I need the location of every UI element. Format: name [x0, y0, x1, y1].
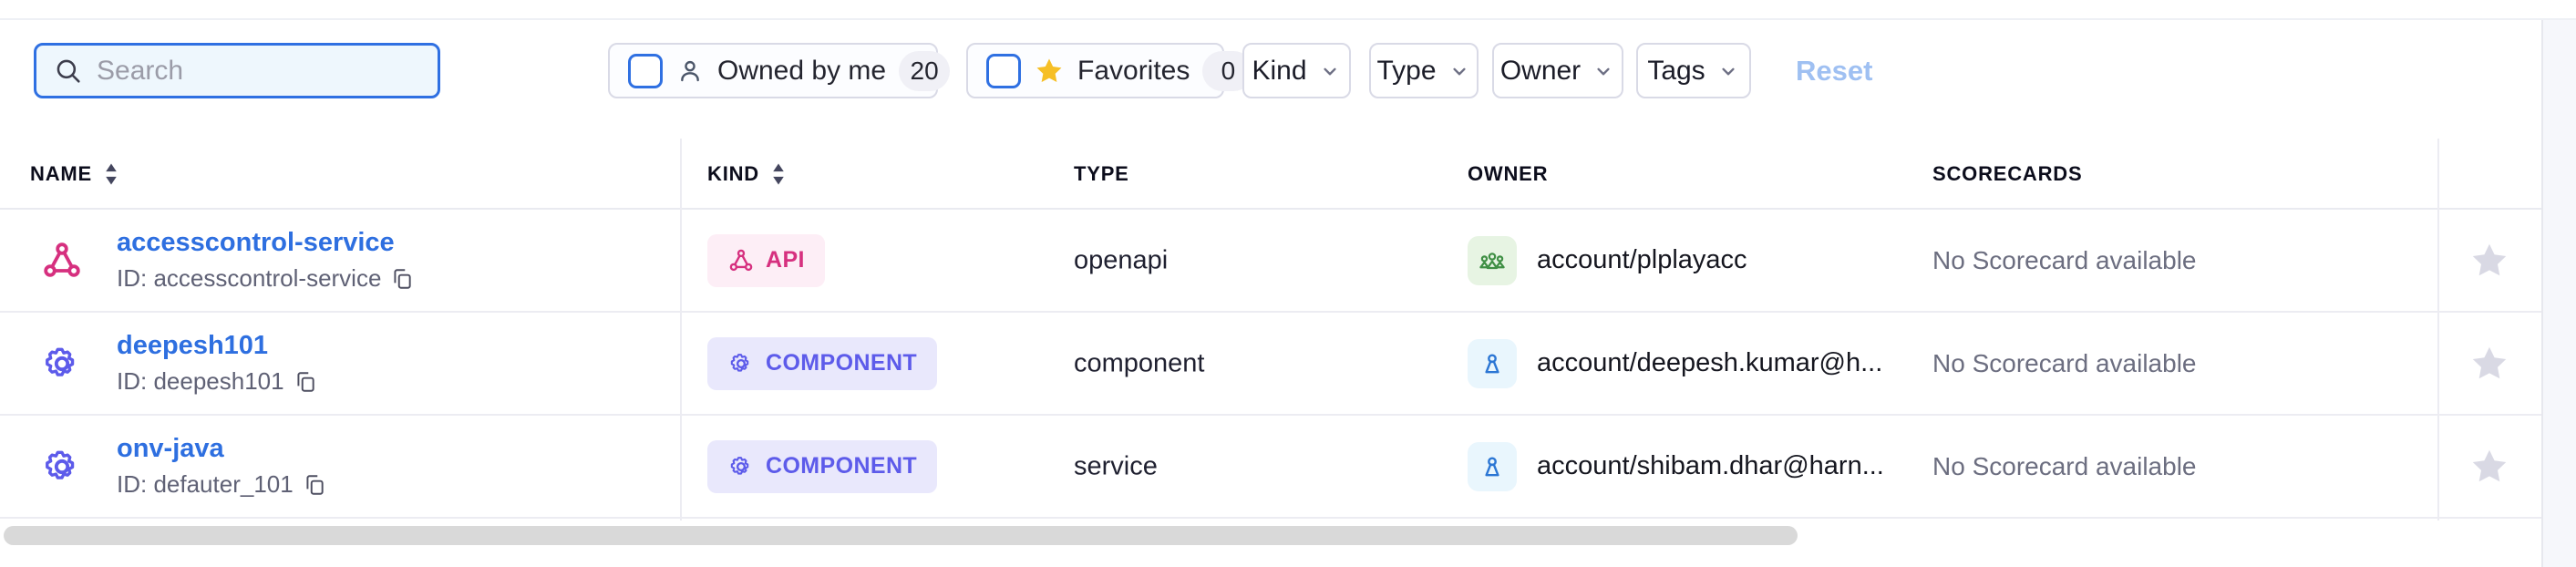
column-header-kind[interactable]: KIND — [707, 139, 787, 210]
gear-icon — [40, 445, 84, 489]
owner-value: account/deepesh.kumar@h... — [1537, 348, 1882, 378]
owned-by-me-checkbox[interactable] — [628, 54, 663, 88]
favorite-star-button[interactable] — [2468, 343, 2510, 385]
table-row[interactable]: onv-java ID: defauter_101 COMPON — [0, 416, 2541, 519]
kind-dropdown-label: Kind — [1252, 56, 1306, 87]
owner-dropdown-label: Owner — [1500, 56, 1581, 87]
kind-badge: COMPONENT — [707, 440, 937, 493]
column-header-name-label: NAME — [30, 162, 92, 186]
copy-icon[interactable] — [294, 370, 317, 394]
chevron-down-icon — [1318, 59, 1342, 83]
user-icon — [675, 57, 705, 86]
owner-cell: account/plplayacc — [1468, 236, 1747, 285]
tags-dropdown[interactable]: Tags — [1636, 43, 1751, 98]
kind-badge-label: API — [766, 247, 805, 273]
copy-icon[interactable] — [303, 473, 326, 497]
owned-by-me-count: 20 — [899, 51, 950, 91]
reset-button[interactable]: Reset — [1796, 43, 1872, 98]
entity-id: ID: accesscontrol-service — [117, 264, 381, 293]
chevron-down-icon — [1448, 59, 1471, 83]
owner-value: account/plplayacc — [1537, 245, 1747, 275]
person-icon — [1468, 339, 1517, 388]
gear-icon — [727, 350, 755, 377]
sort-icon — [770, 162, 787, 186]
group-icon — [1468, 236, 1517, 285]
person-icon — [1468, 442, 1517, 491]
scorecards-value: No Scorecard available — [1932, 452, 2197, 481]
type-value: openapi — [1074, 245, 1168, 275]
favorite-star-button[interactable] — [2468, 240, 2510, 282]
horizontal-scrollbar-thumb[interactable] — [4, 526, 1798, 545]
right-gutter — [2541, 20, 2576, 567]
owner-value: account/shibam.dhar@harn... — [1537, 451, 1884, 481]
entity-name-block: onv-java ID: defauter_101 — [117, 432, 326, 499]
table-row[interactable]: deepesh101 ID: deepesh101 COMPON — [0, 313, 2541, 416]
kind-badge-label: COMPONENT — [766, 453, 917, 479]
table-row[interactable]: accesscontrol-service ID: accesscontrol-… — [0, 210, 2541, 313]
column-header-kind-label: KIND — [707, 162, 759, 186]
star-icon — [1034, 56, 1065, 87]
kind-badge: COMPONENT — [707, 337, 937, 390]
chevron-down-icon — [1716, 59, 1740, 83]
entity-name-block: deepesh101 ID: deepesh101 — [117, 329, 317, 396]
catalog-page: Owned by me 20 Favorites 0 Kind Type — [0, 0, 2576, 567]
name-column-divider — [680, 139, 682, 521]
scorecards-value: No Scorecard available — [1932, 349, 2197, 378]
gear-icon — [40, 342, 84, 386]
type-value: component — [1074, 348, 1205, 378]
column-header-scorecards: SCORECARDS — [1932, 139, 2082, 210]
type-dropdown-label: Type — [1376, 56, 1436, 87]
scorecards-value: No Scorecard available — [1932, 246, 2197, 275]
chevron-down-icon — [1592, 59, 1615, 83]
favorites-label: Favorites — [1077, 56, 1190, 87]
table-header: NAME KIND TYPE OWNER SCORECARDS — [0, 139, 2541, 210]
entity-id: ID: defauter_101 — [117, 470, 294, 499]
sort-icon — [103, 162, 119, 186]
entity-id: ID: deepesh101 — [117, 367, 284, 396]
kind-dropdown[interactable]: Kind — [1242, 43, 1351, 98]
catalog-table: NAME KIND TYPE OWNER SCORECARDS — [0, 139, 2541, 519]
entity-name-link[interactable]: deepesh101 — [117, 329, 317, 362]
search-icon — [53, 56, 84, 87]
api-icon — [727, 247, 755, 274]
favorites-filter[interactable]: Favorites 0 — [966, 43, 1224, 98]
search-box — [34, 43, 440, 98]
column-header-type: TYPE — [1074, 139, 1129, 210]
owned-by-me-filter[interactable]: Owned by me 20 — [608, 43, 938, 98]
type-dropdown[interactable]: Type — [1369, 43, 1479, 98]
copy-icon[interactable] — [390, 267, 414, 291]
top-strip — [0, 0, 2576, 20]
favorite-star-button[interactable] — [2468, 446, 2510, 488]
owner-cell: account/shibam.dhar@harn... — [1468, 442, 1884, 491]
filter-bar: Owned by me 20 Favorites 0 Kind Type — [0, 20, 2541, 139]
tags-dropdown-label: Tags — [1647, 56, 1705, 87]
type-value: service — [1074, 451, 1158, 481]
kind-badge-label: COMPONENT — [766, 350, 917, 376]
gear-icon — [727, 453, 755, 480]
entity-name-link[interactable]: onv-java — [117, 432, 326, 465]
owner-cell: account/deepesh.kumar@h... — [1468, 339, 1882, 388]
owned-by-me-label: Owned by me — [717, 56, 886, 87]
search-input[interactable] — [97, 56, 448, 87]
owner-dropdown[interactable]: Owner — [1492, 43, 1623, 98]
column-header-owner: OWNER — [1468, 139, 1548, 210]
entity-name-block: accesscontrol-service ID: accesscontrol-… — [117, 226, 414, 293]
kind-badge: API — [707, 234, 825, 287]
api-icon — [40, 239, 84, 283]
star-column-divider — [2437, 139, 2439, 521]
favorites-checkbox[interactable] — [986, 54, 1021, 88]
column-header-name[interactable]: NAME — [30, 139, 119, 210]
entity-name-link[interactable]: accesscontrol-service — [117, 226, 414, 259]
